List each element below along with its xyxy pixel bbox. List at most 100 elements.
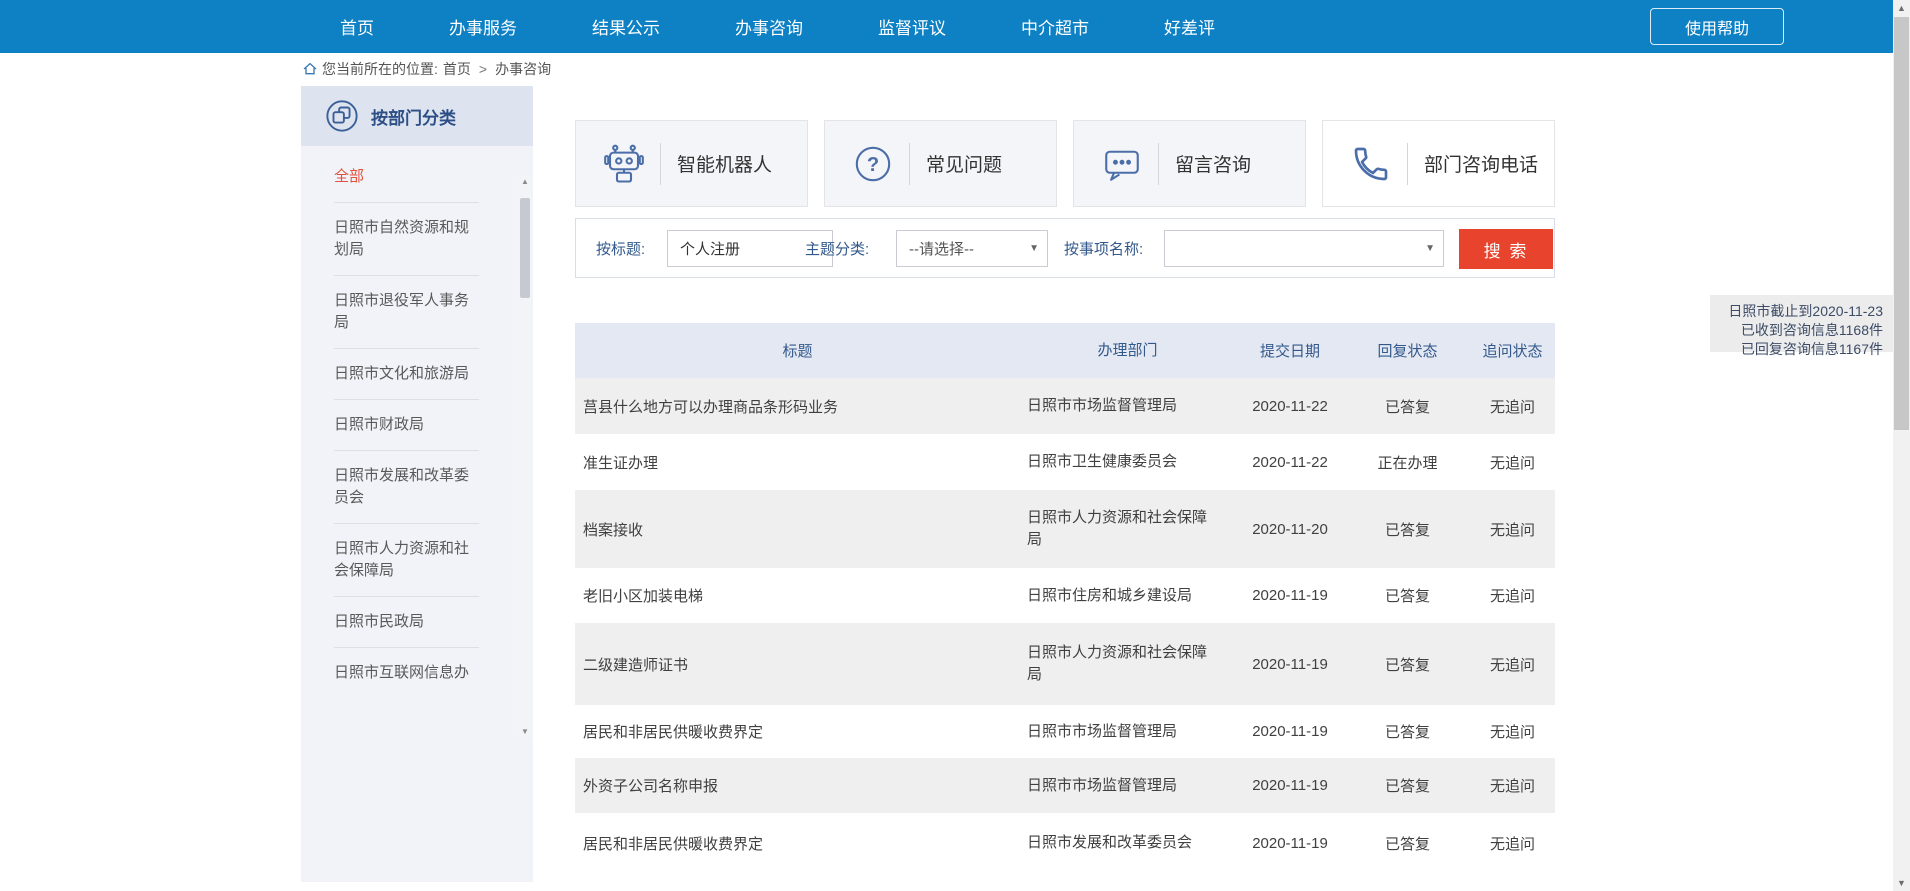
- nav-item-services[interactable]: 办事服务: [449, 14, 517, 39]
- page-scrollbar[interactable]: ▲ ▼: [1893, 0, 1910, 891]
- table-row: 档案接收 日照市人力资源和社会保障局 2020-11-20 已答复 无追问: [575, 490, 1555, 568]
- row-dept: 日照市市场监督管理局: [1020, 758, 1235, 813]
- scroll-up-icon[interactable]: ▲: [1893, 0, 1910, 16]
- home-icon: [302, 61, 318, 77]
- sidebar-item-development[interactable]: 日照市发展和改革委员会: [334, 451, 479, 524]
- row-follow-status: 无追问: [1470, 378, 1555, 434]
- row-date: 2020-11-19: [1235, 568, 1345, 623]
- row-dept: 日照市发展和改革委员会: [1020, 813, 1235, 873]
- table-row: 莒县什么地方可以办理商品条形码业务 日照市市场监督管理局 2020-11-22 …: [575, 378, 1555, 434]
- row-dept: 日照市人力资源和社会保障局: [1020, 490, 1235, 568]
- nav-item-home[interactable]: 首页: [340, 14, 374, 39]
- nav-item-agency[interactable]: 中介超市: [1021, 14, 1089, 39]
- row-dept: 日照市人力资源和社会保障局: [1020, 623, 1235, 705]
- nav-item-supervision[interactable]: 监督评议: [878, 14, 946, 39]
- table-row: 外资子公司名称申报 日照市市场监督管理局 2020-11-19 已答复 无追问: [575, 758, 1555, 813]
- row-dept: 日照市卫生健康委员会: [1020, 434, 1235, 490]
- stats-line-2: 已收到咨询信息1168件: [1720, 321, 1883, 340]
- scroll-down-icon[interactable]: ▼: [519, 726, 531, 738]
- divider: [660, 143, 661, 185]
- sidebar-scrollbar-thumb[interactable]: [520, 198, 530, 298]
- faq-button[interactable]: ? 常见问题: [824, 120, 1057, 207]
- question-icon: ?: [851, 143, 895, 185]
- phone-consult-button[interactable]: 部门咨询电话: [1322, 120, 1555, 207]
- category-select[interactable]: --请选择-- ▼: [896, 230, 1048, 267]
- quick-links: 智能机器人 ? 常见问题 留言咨询: [575, 120, 1555, 207]
- breadcrumb-current: 办事咨询: [495, 59, 551, 79]
- row-follow-status: 无追问: [1470, 490, 1555, 568]
- message-icon: [1100, 143, 1144, 185]
- svg-text:?: ?: [867, 154, 879, 176]
- category-select-value: --请选择--: [909, 238, 974, 259]
- row-reply-status: 已答复: [1345, 813, 1470, 873]
- sidebar-item-natural-resources[interactable]: 日照市自然资源和规划局: [334, 203, 479, 276]
- search-bar: 按标题: 主题分类: --请选择-- ▼ 按事项名称: ▼ 搜 索: [575, 218, 1555, 278]
- breadcrumb-separator: >: [479, 61, 487, 77]
- quick-link-label: 智能机器人: [677, 150, 772, 177]
- row-title[interactable]: 外资子公司名称申报: [575, 758, 1020, 813]
- col-reply: 回复状态: [1345, 323, 1470, 378]
- row-title[interactable]: 二级建造师证书: [575, 623, 1020, 705]
- scroll-down-icon[interactable]: ▼: [1893, 875, 1910, 891]
- breadcrumb-home[interactable]: 首页: [443, 59, 471, 79]
- col-title: 标题: [575, 323, 1020, 378]
- scroll-up-icon[interactable]: ▲: [519, 176, 531, 188]
- nav-item-consult[interactable]: 办事咨询: [735, 14, 803, 39]
- quick-link-label: 留言咨询: [1175, 150, 1251, 177]
- row-title[interactable]: 老旧小区加装电梯: [575, 568, 1020, 623]
- consultation-stats-box: 日照市截止到2020-11-23 已收到咨询信息1168件 已回复咨询信息116…: [1710, 295, 1893, 352]
- sidebar-item-veterans[interactable]: 日照市退役军人事务局: [334, 276, 479, 349]
- row-title[interactable]: 居民和非居民供暖收费界定: [575, 705, 1020, 758]
- phone-icon: [1349, 144, 1393, 184]
- smart-robot-button[interactable]: 智能机器人: [575, 120, 808, 207]
- table-row: 居民和非居民供暖收费界定 日照市发展和改革委员会 2020-11-19 已答复 …: [575, 813, 1555, 873]
- row-title[interactable]: 档案接收: [575, 490, 1020, 568]
- sidebar-scrollbar[interactable]: ▲ ▼: [519, 176, 531, 738]
- row-date: 2020-11-19: [1235, 623, 1345, 705]
- row-date: 2020-11-19: [1235, 705, 1345, 758]
- row-follow-status: 无追问: [1470, 434, 1555, 490]
- message-consult-button[interactable]: 留言咨询: [1073, 120, 1306, 207]
- sidebar-item-human-resources[interactable]: 日照市人力资源和社会保障局: [334, 524, 479, 597]
- help-button[interactable]: 使用帮助: [1650, 8, 1784, 45]
- row-date: 2020-11-22: [1235, 434, 1345, 490]
- row-reply-status: 已答复: [1345, 378, 1470, 434]
- row-reply-status: 已答复: [1345, 705, 1470, 758]
- sidebar-item-internet-office[interactable]: 日照市互联网信息办: [334, 648, 479, 698]
- row-follow-status: 无追问: [1470, 568, 1555, 623]
- row-date: 2020-11-19: [1235, 813, 1345, 873]
- consultation-table: 标题 办理部门 提交日期 回复状态 追问状态 莒县什么地方可以办理商品条形码业务…: [575, 323, 1555, 873]
- table-header-row: 标题 办理部门 提交日期 回复状态 追问状态: [575, 323, 1555, 378]
- item-name-select[interactable]: ▼: [1164, 230, 1444, 267]
- search-button[interactable]: 搜 索: [1459, 229, 1553, 269]
- chevron-down-icon: ▼: [1029, 243, 1039, 254]
- sidebar-item-all[interactable]: 全部: [334, 152, 479, 203]
- category-icon: [325, 99, 359, 133]
- row-title[interactable]: 准生证办理: [575, 434, 1020, 490]
- row-reply-status: 正在办理: [1345, 434, 1470, 490]
- row-follow-status: 无追问: [1470, 623, 1555, 705]
- row-title[interactable]: 莒县什么地方可以办理商品条形码业务: [575, 378, 1020, 434]
- row-follow-status: 无追问: [1470, 705, 1555, 758]
- stats-line-1: 日照市截止到2020-11-23: [1720, 302, 1883, 321]
- divider: [909, 143, 910, 185]
- sidebar-item-civil-affairs[interactable]: 日照市民政局: [334, 597, 479, 648]
- sidebar-title: 按部门分类: [371, 104, 456, 129]
- sidebar-item-finance[interactable]: 日照市财政局: [334, 400, 479, 451]
- page-scrollbar-thumb[interactable]: [1894, 17, 1909, 430]
- sidebar-item-culture-tourism[interactable]: 日照市文化和旅游局: [334, 349, 479, 400]
- table-row: 居民和非居民供暖收费界定 日照市市场监督管理局 2020-11-19 已答复 无…: [575, 705, 1555, 758]
- row-dept: 日照市市场监督管理局: [1020, 378, 1235, 434]
- nav-item-rating[interactable]: 好差评: [1164, 14, 1215, 39]
- top-navigation: 首页 办事服务 结果公示 办事咨询 监督评议 中介超市 好差评 使用帮助: [0, 0, 1910, 53]
- breadcrumb: 您当前所在的位置: 首页 > 办事咨询: [302, 57, 556, 81]
- item-name-label: 按事项名称:: [1064, 219, 1143, 277]
- table-row: 二级建造师证书 日照市人力资源和社会保障局 2020-11-19 已答复 无追问: [575, 623, 1555, 705]
- row-reply-status: 已答复: [1345, 568, 1470, 623]
- nav-item-results[interactable]: 结果公示: [592, 14, 660, 39]
- quick-link-label: 常见问题: [926, 150, 1002, 177]
- breadcrumb-label: 您当前所在的位置:: [322, 59, 438, 79]
- table-row: 准生证办理 日照市卫生健康委员会 2020-11-22 正在办理 无追问: [575, 434, 1555, 490]
- row-title[interactable]: 居民和非居民供暖收费界定: [575, 813, 1020, 873]
- row-date: 2020-11-19: [1235, 758, 1345, 813]
